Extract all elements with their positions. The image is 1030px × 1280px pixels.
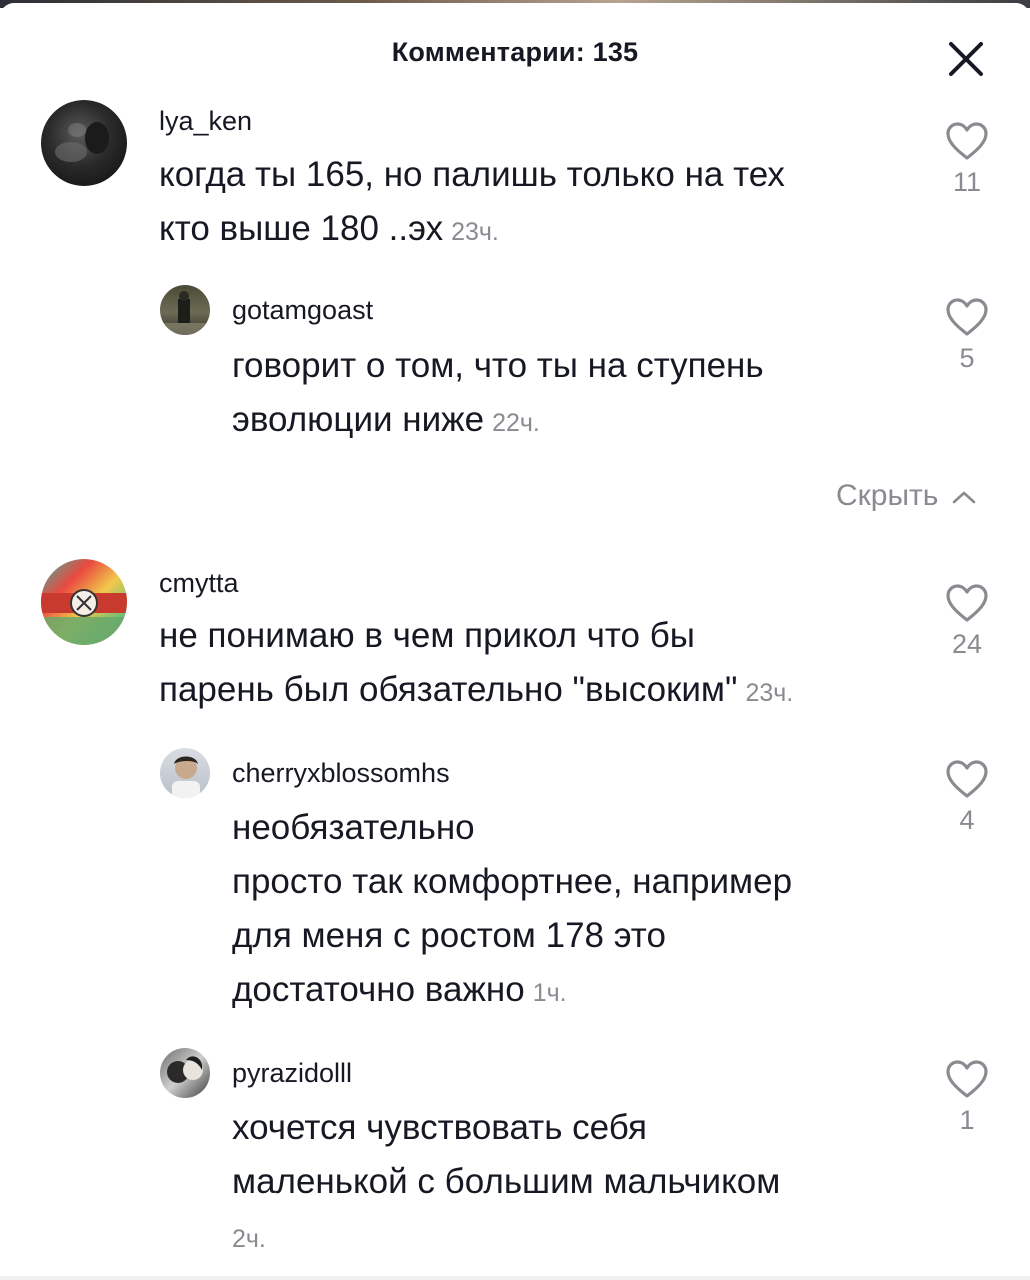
close-icon: [949, 42, 983, 76]
reply-line: говорит о том, что ты на ступень: [232, 346, 764, 385]
reply-line: просто так комфортнее, например: [232, 862, 793, 901]
heart-outline-icon: [946, 760, 988, 798]
like-count: 24: [951, 629, 983, 659]
reply-line: эволюции ниже: [232, 400, 485, 439]
like-button[interactable]: 4: [937, 759, 997, 836]
reply-text: говорит о том, что ты на ступень эволюци…: [232, 339, 764, 450]
reply-username[interactable]: cherryxblossomhs: [232, 758, 450, 789]
like-count: 5: [959, 343, 975, 373]
hide-replies-button[interactable]: Скрыть: [836, 479, 977, 513]
comment-username[interactable]: cmytta: [159, 568, 239, 599]
reply-username[interactable]: pyrazidolll: [232, 1058, 352, 1089]
comments-title: Комментарии: 135: [391, 37, 639, 67]
heart-outline-icon: [946, 122, 988, 160]
reply-line: для меня с ростом 178 это: [232, 916, 666, 955]
heart-outline-icon: [946, 584, 988, 622]
reply-timestamp: 1ч.: [532, 979, 567, 1007]
comment-timestamp: 23ч.: [451, 218, 499, 246]
reply-username[interactable]: gotamgoast: [232, 295, 373, 326]
reply-timestamp: 2ч.: [232, 1225, 266, 1253]
reply-line: хочется чувствовать себя: [232, 1108, 647, 1147]
chevron-up-icon: [952, 491, 976, 504]
comment-line: когда ты 165, но палишь только на тех: [159, 155, 785, 194]
hide-replies-label: Скрыть: [836, 479, 939, 512]
like-button[interactable]: 11: [937, 121, 997, 198]
reply-timestamp: 22ч.: [492, 409, 540, 437]
comment-username[interactable]: lya_ken: [159, 106, 252, 137]
like-count: 4: [959, 805, 975, 835]
like-count: 11: [952, 167, 982, 197]
bottom-divider: [0, 1276, 1030, 1280]
comments-sheet: Комментарии: 135 lya_ken когда ты 165, н…: [0, 3, 1030, 1280]
like-button[interactable]: 24: [937, 583, 997, 660]
comment-line: парень был обязательно "высоким": [159, 670, 738, 709]
comment-text: когда ты 165, но палишь только на тех кт…: [159, 148, 785, 259]
reply-text: хочется чувствовать себя маленькой с бол…: [232, 1101, 780, 1266]
avatar[interactable]: [41, 100, 127, 186]
comment-line: не понимаю в чем прикол что бы: [159, 616, 695, 655]
avatar[interactable]: [160, 285, 210, 335]
reply-line: необязательно: [232, 808, 475, 847]
reply-text: необязательно просто так комфортнее, нап…: [232, 801, 792, 1020]
comment-timestamp: 23ч.: [745, 679, 794, 707]
comment-line: кто выше 180 ..эх: [159, 209, 444, 248]
avatar[interactable]: [160, 1048, 210, 1098]
reply-line: маленькой с большим мальчиком: [232, 1162, 781, 1201]
reply-line: достаточно важно: [232, 970, 525, 1009]
avatar[interactable]: [41, 559, 127, 645]
avatar[interactable]: [160, 748, 210, 798]
like-count: 1: [959, 1105, 975, 1135]
heart-outline-icon: [946, 298, 988, 336]
like-button[interactable]: 1: [937, 1059, 997, 1136]
heart-outline-icon: [946, 1060, 988, 1098]
like-button[interactable]: 5: [937, 297, 997, 374]
comment-text: не понимаю в чем прикол что бы парень бы…: [159, 609, 793, 720]
close-button[interactable]: [944, 37, 988, 81]
